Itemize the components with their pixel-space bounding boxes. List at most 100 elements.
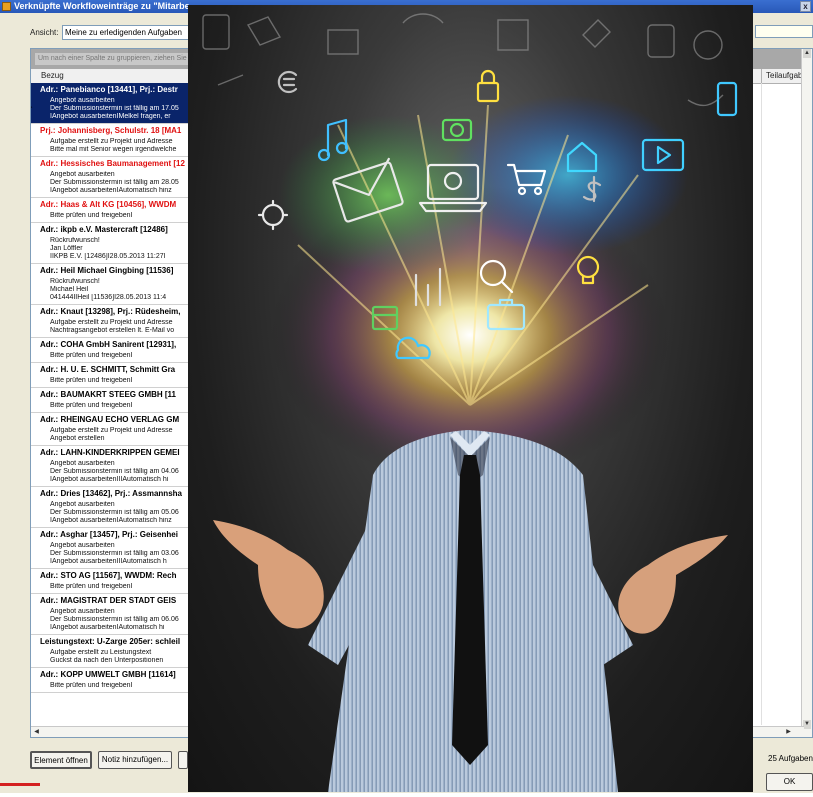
row-detail-line: IAngebot ausarbeitenIMelkel fragen, er (50, 113, 171, 120)
row-detail-line: Der Submissionstermin ist fällig am 04.0… (50, 468, 179, 475)
row-pointer-icon: ▶ (31, 103, 32, 111)
row-title: Leistungstext: U-Zarge 205er: schleil (40, 637, 181, 646)
close-icon[interactable]: x (800, 1, 811, 12)
row-title: Adr.: Hessisches Baumanagement [12 (40, 159, 185, 168)
ok-button[interactable]: OK (766, 773, 813, 791)
row-title: Adr.: Asghar [13457], Prj.: Geisenhei (40, 530, 178, 539)
row-detail-line: Angebot ausarbeiten (50, 501, 115, 508)
scroll-right-icon[interactable]: ▶ (784, 728, 793, 736)
row-title: Adr.: Panebianco [13441], Prj.: Destr (40, 85, 178, 94)
right-hand (618, 535, 728, 634)
row-detail-line: IIKPB E.V. [12486]I28.05.2013 11:27I (50, 253, 166, 260)
row-detail-line: Bitte prüfen und freigebenI (50, 402, 133, 409)
row-title: Adr.: Haas & Alt KG [10456], WWDM (40, 200, 177, 209)
row-detail-line: Jan Löffler (50, 245, 83, 252)
row-detail-line: Angebot ausarbeiten (50, 460, 115, 467)
row-detail-line: Angebot ausarbeiten (50, 542, 115, 549)
row-detail-line: IAngebot ausarbeitenIAutomatisch hinz (50, 187, 172, 194)
phone-icon (716, 81, 738, 117)
table-row[interactable]: Adr.: H. U. E. SCHMITT, Schmitt Gra Bitte… (31, 363, 200, 388)
row-title: Prj.: Johannisberg, Schulstr. 18 [MA1 (40, 126, 182, 135)
row-detail-line: IAngebot ausarbeitenIIIAutomatisch hi (50, 476, 169, 483)
row-detail-line: Aufgabe erstellt zu Projekt und Adresse (50, 319, 173, 326)
hidden-button[interactable] (178, 751, 188, 769)
row-detail-line: Aufgabe erstellt zu Leistungstext (50, 649, 152, 656)
filter-field[interactable] (755, 25, 813, 38)
row-detail-line: Aufgabe erstellt zu Projekt und Adresse (50, 138, 173, 145)
row-title: Adr.: Heil Michael Gingbing [11536] (40, 266, 174, 275)
table-row[interactable]: ▶ Adr.: Panebianco [13441], Prj.: Destr An… (31, 83, 200, 124)
row-detail-line: Bitte prüfen und freigebenI (50, 682, 133, 689)
row-detail-line: Rückrufwunsch! (50, 278, 100, 285)
row-detail-line: 041444IIHeil [11536]I28.05.2013 11:4 (50, 294, 167, 301)
table-row[interactable]: Adr.: STO AG [11567], WWDM: Rech Bitte pr… (31, 569, 200, 594)
view-select[interactable]: Meine zu erledigenden Aufgaben (62, 25, 202, 40)
euro-icon (277, 70, 298, 94)
row-detail-line: IAngebot ausarbeitenIIIAutomatisch h (50, 558, 167, 565)
row-detail-line: IAngebot ausarbeitenIAutomatisch hinz (50, 517, 172, 524)
overlay-illustration (202, 13, 738, 792)
row-detail-line: Bitte mal mit Senior wegen irgendwelche (50, 146, 177, 153)
table-row[interactable]: Adr.: BAUMAKRT STEEG GMBH [11 Bitte prüfe… (31, 388, 200, 413)
window-title: Verknüpfte Workfloweinträge zu "Mitarbe (14, 1, 190, 11)
group-hint: Um nach einer Spalte zu gruppieren, zieh… (35, 53, 195, 65)
row-title: Adr.: COHA GmbH Sanirent [12931], (40, 340, 177, 349)
person (213, 430, 728, 792)
table-row[interactable]: Adr.: Haas & Alt KG [10456], WWDM Bitte p… (31, 198, 200, 223)
table-row[interactable]: Adr.: Asghar [13457], Prj.: Geisenhei Ang… (31, 528, 200, 569)
row-detail-line: Bitte prüfen und freigebenI (50, 352, 133, 359)
column-header-bezug[interactable]: Bezug (41, 71, 64, 80)
vertical-scrollbar[interactable]: ▲ ▼ (801, 49, 812, 737)
row-detail-line: Nachtragsangebot erstellen lt. E-Mail vo (50, 327, 175, 334)
column-divider (761, 69, 762, 83)
row-detail-line: Rückrufwunsch! (50, 237, 100, 244)
row-detail-line: Der Submissionstermin ist fällig am 06.0… (50, 616, 179, 623)
table-row[interactable]: Adr.: Knaut [13298], Prj.: Rüdesheim, Auf… (31, 305, 200, 338)
doodle-layer (202, 13, 724, 107)
table-row[interactable]: Adr.: Heil Michael Gingbing [11536] Rückr… (31, 264, 200, 305)
row-title: Adr.: LAHN-KINDERKRIPPEN GEMEI (40, 448, 180, 457)
row-title: Adr.: KOPP UMWELT GMBH [11614] (40, 670, 176, 679)
table-row[interactable]: Adr.: MAGISTRAT DER STADT GEIS Angebot au… (31, 594, 200, 635)
row-detail-line: Angebot ausarbeiten (50, 171, 115, 178)
lock-icon (476, 69, 500, 103)
row-detail-line: Aufgabe erstellt zu Projekt und Adresse (50, 427, 173, 434)
overlay-photo (188, 5, 753, 792)
table-row[interactable]: Adr.: COHA GmbH Sanirent [12931], Bitte p… (31, 338, 200, 363)
scroll-down-icon[interactable]: ▼ (803, 720, 811, 729)
row-highlight-band (761, 83, 762, 725)
app-icon (2, 2, 11, 11)
table-row[interactable]: Leistungstext: U-Zarge 205er: schleil Auf… (31, 635, 200, 668)
add-note-button[interactable]: Notiz hinzufügen... (98, 751, 172, 769)
table-row[interactable]: Adr.: KOPP UMWELT GMBH [11614] Bitte prüf… (31, 668, 200, 693)
row-detail-line: Der Submissionstermin ist fällig am 28.0… (50, 179, 179, 186)
scroll-left-icon[interactable]: ◀ (32, 728, 41, 736)
row-detail-line: Bitte prüfen und freigebenI (50, 377, 133, 384)
table-row[interactable]: Adr.: Hessisches Baumanagement [12 Angebo… (31, 157, 200, 198)
row-title: Adr.: BAUMAKRT STEEG GMBH [11 (40, 390, 177, 399)
row-title: Adr.: STO AG [11567], WWDM: Rech (40, 571, 177, 580)
row-detail-line: IAngebot ausarbeitenIAutomatisch hi (50, 624, 165, 631)
row-detail-line: Angebot ausarbeiten (50, 97, 115, 104)
row-detail-line: Der Submissionstermin ist fällig am 03.0… (50, 550, 179, 557)
row-title: Adr.: ikpb e.V. Mastercraft [12486] (40, 225, 168, 234)
table-row[interactable]: Prj.: Johannisberg, Schulstr. 18 [MA1 Auf… (31, 124, 200, 157)
row-detail-line: Guckst da nach den Unterpositionen (50, 657, 164, 664)
table-row[interactable]: Adr.: Dries [13462], Prj.: Assmannsha Ang… (31, 487, 200, 528)
row-detail-line: Bitte prüfen und freigebenI (50, 212, 133, 219)
accent-line (0, 783, 40, 786)
row-detail-line: Der Submissionstermin ist fällig am 17.0… (50, 105, 179, 112)
row-title: Adr.: MAGISTRAT DER STADT GEIS (40, 596, 177, 605)
row-detail-line: Michael Heil (50, 286, 89, 293)
scroll-up-icon[interactable]: ▲ (803, 49, 811, 58)
row-detail-line: Angebot ausarbeiten (50, 608, 115, 615)
row-detail-line: Der Submissionstermin ist fällig am 05.0… (50, 509, 179, 516)
row-title: Adr.: H. U. E. SCHMITT, Schmitt Gra (40, 365, 176, 374)
table-row[interactable]: Adr.: ikpb e.V. Mastercraft [12486] Rückr… (31, 223, 200, 264)
table-row[interactable]: Adr.: RHEINGAU ECHO VERLAG GM Aufgabe ers… (31, 413, 200, 446)
view-label: Ansicht: (30, 28, 59, 37)
open-element-button[interactable]: Element öffnen (30, 751, 92, 769)
row-title: Adr.: Knaut [13298], Prj.: Rüdesheim, (40, 307, 181, 316)
table-row[interactable]: Adr.: LAHN-KINDERKRIPPEN GEMEI Angebot au… (31, 446, 200, 487)
task-count: 25 Aufgaben (768, 754, 813, 763)
